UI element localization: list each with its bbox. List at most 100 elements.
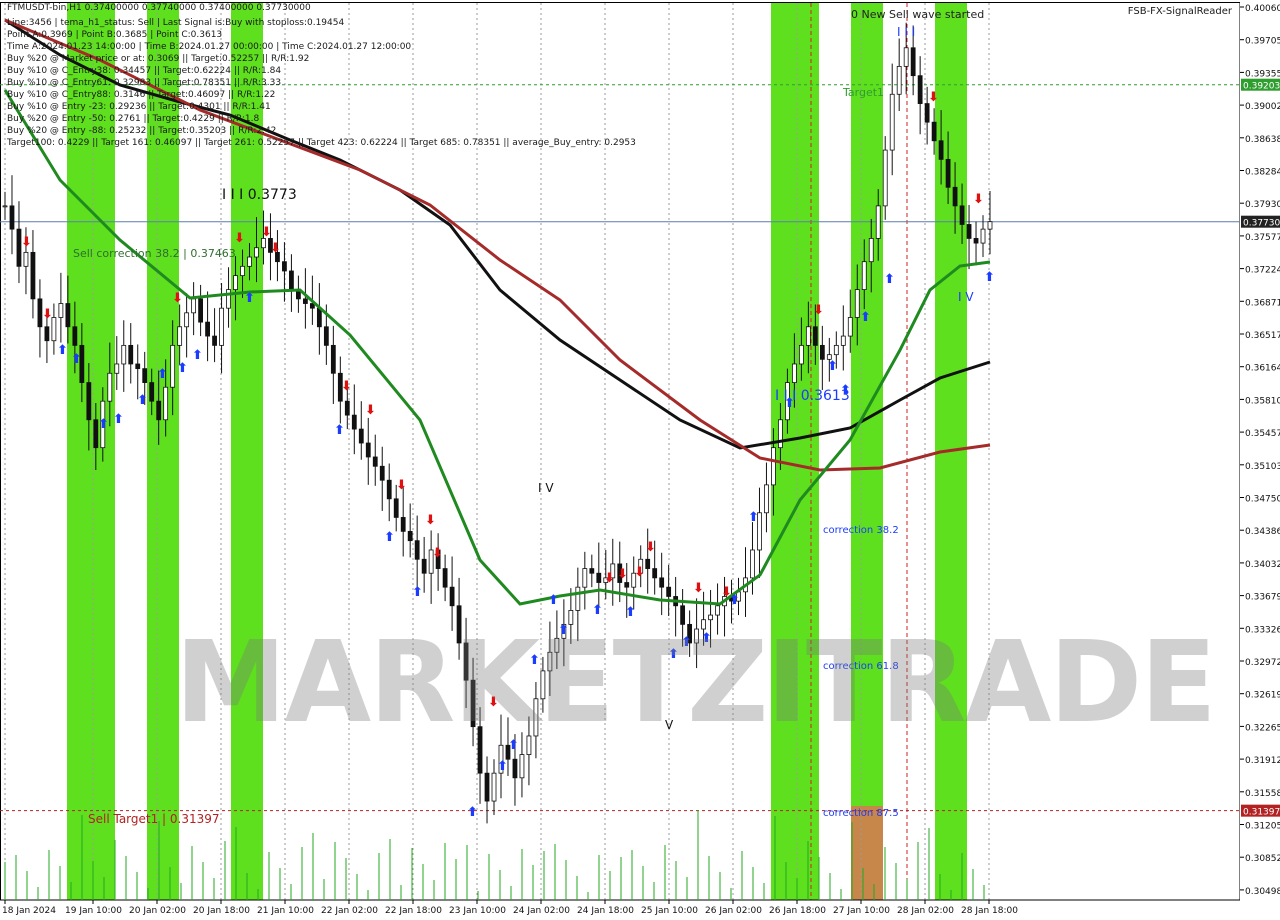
info-line: Buy %20 @ Market price or at: 0.3069 || … [7, 54, 309, 64]
buy-arrow-icon: ⬆ [157, 367, 168, 382]
sell-arrow-icon: ⬇ [645, 540, 656, 555]
candle-body [330, 344, 336, 374]
candle-body [659, 577, 665, 588]
info-line: Point A:0.3969 | Point B:0.3685 | Point … [7, 30, 222, 40]
candle-body [2, 205, 8, 208]
sell-arrow-icon: ⬇ [928, 90, 939, 105]
price-tick-label: 0.37224 [1245, 266, 1280, 276]
candle-body [44, 326, 50, 342]
candle-body [205, 321, 210, 337]
candle-body [519, 754, 525, 779]
candle-body [65, 303, 71, 328]
sell-target-label: Sell Target1 | 0.31397 [88, 812, 220, 826]
candle-body [393, 498, 399, 518]
candle-body [254, 247, 259, 258]
candle-body [163, 386, 169, 421]
candle-body [351, 414, 357, 430]
sell-arrow-icon: ⬇ [432, 546, 443, 561]
candle-body [107, 372, 113, 402]
sell-arrow-icon: ⬇ [604, 571, 615, 586]
candle-body [847, 317, 853, 337]
candle-body [386, 479, 392, 500]
info-line: Buy %10 @ C_Entry61: 0.32983 || Target:0… [7, 78, 281, 88]
price-tick-label: 0.36517 [1245, 331, 1280, 341]
sell-arrow-icon: ⬇ [693, 581, 704, 596]
candle-body [219, 307, 224, 346]
info-line: Buy %10 @ C_Entry38: 0.34457 || Target:0… [7, 66, 281, 76]
candle-body [903, 47, 909, 67]
annotation-text: I I I 0.3773 [222, 187, 297, 203]
candle-body [980, 228, 986, 244]
sell-arrow-icon: ⬇ [634, 565, 645, 580]
candle-body [198, 298, 204, 323]
target-label: Target1 [842, 86, 884, 99]
price-tick-label: 0.36164 [1245, 364, 1280, 374]
candle-body [316, 307, 322, 328]
candle-body [512, 758, 518, 779]
time-tick-label: 26 Jan 02:00 [705, 906, 762, 916]
target-price-label: 0.39203 [1243, 82, 1280, 92]
candle-body [170, 344, 176, 388]
sell-arrow-icon: ⬇ [365, 403, 376, 418]
candle-body [323, 326, 329, 346]
candle-body [212, 335, 217, 346]
candle-body [156, 400, 162, 421]
annotation-text: I I I 0.3613 [775, 388, 850, 404]
price-tick-label: 0.40060 [1245, 4, 1280, 14]
chart-window: ⬆ ⬆ ⬆ ⬆ ⬆ ⬆ ⬆ ⬆ ⬆ ⬆ ⬆ ⬆ ⬆ ⬆ ⬆ ⬆ ⬆ ⬆ ⬆ ⬆ ⬆ ⬆ ⬆ ⬆ ⬆ ⬆ ⬆ ⬆ ⬆ ⬆ ⬆ ⬇ ⬇ ⬇ ⬇ ⬇ ⬇ ⬇ ⬇ ⬇… [0, 0, 1280, 920]
candle-body [491, 772, 497, 802]
candle-body [233, 275, 238, 290]
candle-body [938, 140, 944, 160]
price-tick-label: 0.34750 [1245, 495, 1280, 505]
buy-arrow-icon: ⬆ [177, 361, 188, 376]
price-tick-label: 0.32265 [1245, 723, 1280, 733]
candle-body [666, 586, 672, 597]
candle-body [771, 447, 776, 486]
price-tick-label: 0.32619 [1245, 691, 1280, 701]
candle-body [715, 605, 720, 616]
candle-body [184, 312, 190, 328]
candle-body [924, 103, 930, 123]
time-tick-label: 24 Jan 18:00 [577, 906, 634, 916]
candle-body [400, 517, 406, 532]
price-tick-label: 0.30852 [1245, 854, 1280, 864]
candle-body [973, 238, 979, 244]
watermark-text: MARKETZITRADE [175, 618, 1217, 748]
indicator-name: FSB-FX-SignalReader [1127, 6, 1232, 17]
annotation-text: I V [958, 290, 974, 304]
candle-body [9, 205, 15, 230]
info-line: Buy %10 @ Entry -23: 0.29236 || Target:0… [7, 102, 271, 112]
info-line: Buy %20 @ Entry -88: 0.25232 || Target:0… [7, 126, 276, 136]
symbol-line: FTMUSDT-bin,H1 0.37400000 0.37740000 0.3… [7, 3, 311, 13]
time-tick-label: 28 Jan 18:00 [961, 906, 1018, 916]
candle-body [30, 251, 36, 300]
candle-body [896, 65, 902, 95]
annotation-text: Sell correction 38.2 | 0.37463 [73, 247, 236, 260]
price-tick-label: 0.35103 [1245, 462, 1280, 472]
info-line: Buy %20 @ Entry -50: 0.2761 || Target:0.… [7, 114, 260, 124]
candle-body [421, 558, 427, 574]
candle-body [302, 298, 308, 304]
annotation-text: 0 New Sell wave started [851, 8, 984, 21]
candle-body [945, 158, 951, 188]
candle-body [282, 261, 287, 272]
time-tick-label: 24 Jan 02:00 [513, 906, 570, 916]
sell-arrow-icon: ⬇ [261, 225, 272, 240]
candle-body [442, 568, 448, 588]
buy-arrow-icon: ⬆ [748, 510, 759, 525]
candle-body [764, 484, 769, 514]
time-tick-label: 22 Jan 02:00 [321, 906, 378, 916]
buy-arrow-icon: ⬆ [497, 759, 508, 774]
price-tick-label: 0.31558 [1245, 789, 1280, 799]
annotation-text: correction 38.2 [823, 525, 899, 536]
sell-arrow-icon: ⬇ [813, 303, 824, 318]
candle-body [652, 568, 658, 579]
candle-body [917, 75, 923, 104]
candle-body [191, 298, 197, 314]
candle-body [798, 344, 804, 365]
sell-target-price-label: 0.31397 [1243, 808, 1280, 818]
annotation-text: I V [538, 481, 554, 495]
candle-body [791, 363, 797, 383]
candle-body [72, 326, 78, 346]
buy-arrow-icon: ⬆ [412, 585, 423, 600]
